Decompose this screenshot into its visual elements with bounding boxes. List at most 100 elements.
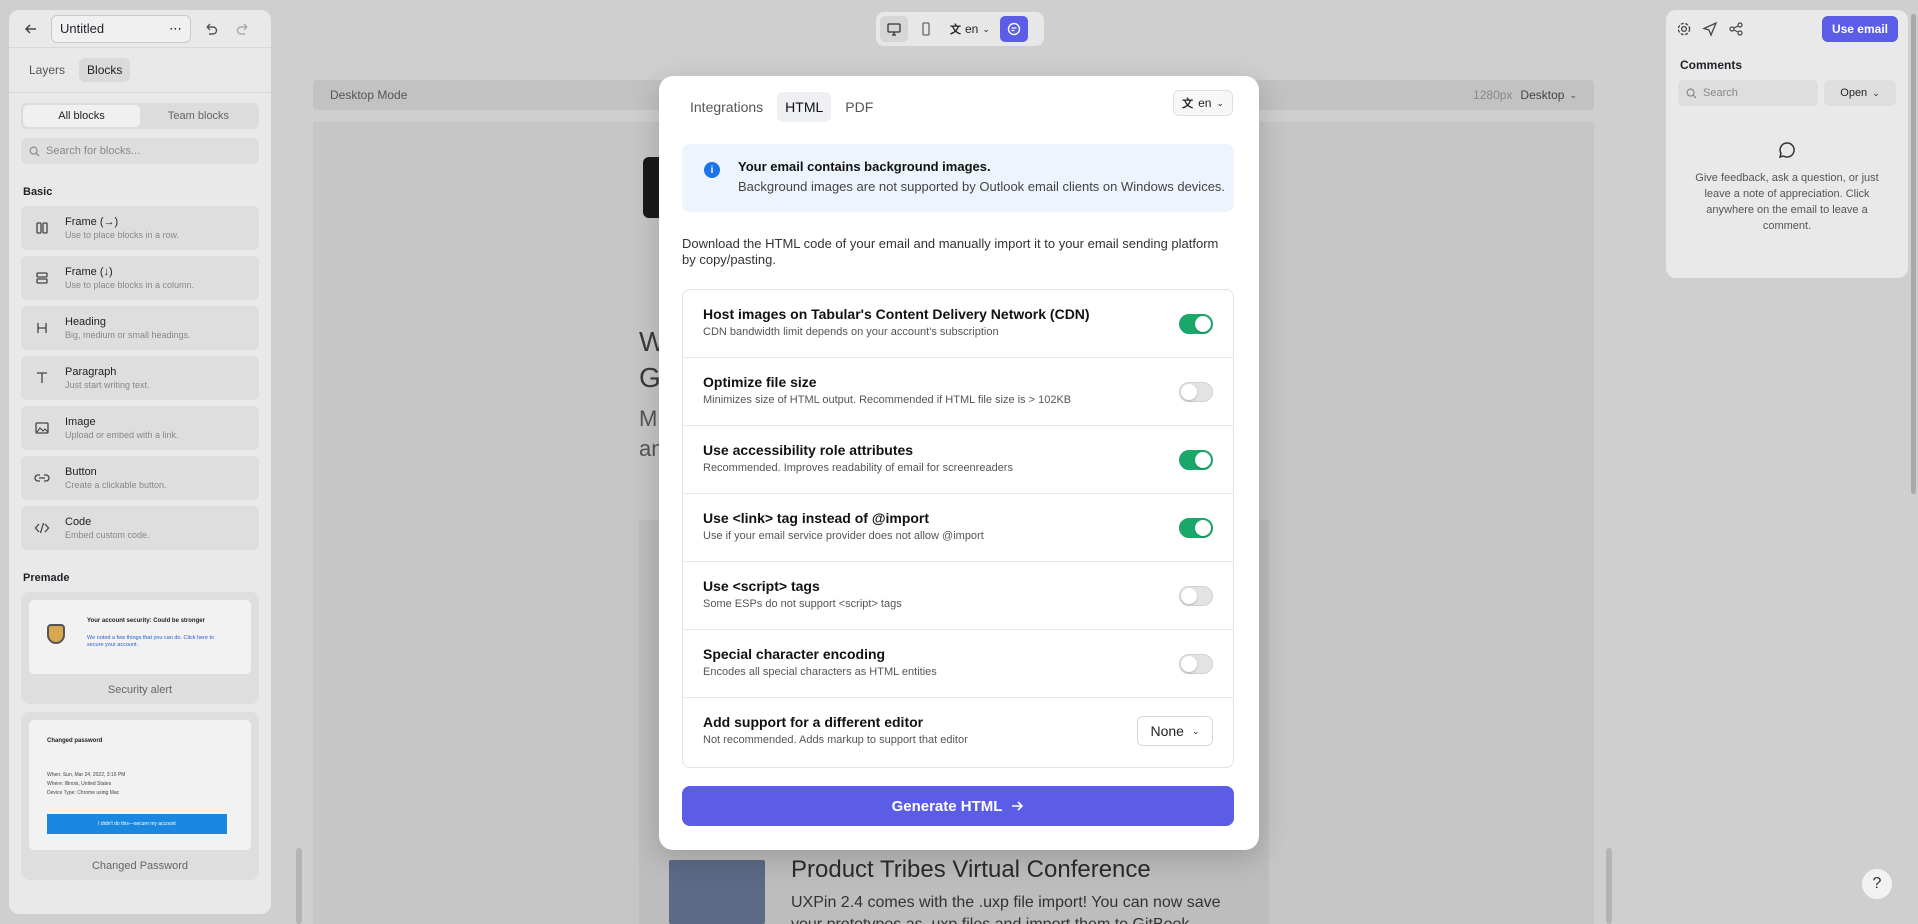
- shield-icon: [47, 624, 65, 644]
- accessibility-toggle[interactable]: [1179, 450, 1213, 470]
- premade-card-line: Where: Illinois, United States: [47, 781, 112, 787]
- comments-toggle-button[interactable]: [999, 16, 1028, 42]
- option-link-tag: Use <link> tag instead of @import Use if…: [683, 494, 1233, 562]
- language-select[interactable]: 文 en ⌄: [944, 16, 996, 42]
- comments-status-select[interactable]: Open ⌄: [1824, 80, 1896, 106]
- conference-image: [669, 860, 765, 924]
- status-value: Open: [1840, 87, 1868, 99]
- option-desc: Minimizes size of HTML output. Recommend…: [703, 394, 1072, 406]
- more-icon[interactable]: ⋯: [169, 21, 182, 37]
- all-blocks-option[interactable]: All blocks: [23, 105, 140, 127]
- heading-icon: [31, 317, 53, 339]
- block-paragraph[interactable]: Paragraph Just start writing text.: [21, 356, 259, 400]
- option-name: Optimize file size: [703, 374, 817, 390]
- block-desc: Big, medium or small headings.: [65, 330, 191, 340]
- rows-icon: [31, 267, 53, 289]
- option-char-encoding: Special character encoding Encodes all s…: [683, 630, 1233, 698]
- block-frame-row[interactable]: Frame (→) Use to place blocks in a row.: [21, 206, 259, 250]
- chevron-down-icon: ⌄: [1872, 87, 1880, 98]
- link-tag-toggle[interactable]: [1179, 518, 1213, 538]
- comments-title: Comments: [1680, 58, 1743, 72]
- export-html-modal: Integrations HTML PDF 文 en ⌄ i Your emai…: [659, 76, 1259, 850]
- option-desc: CDN bandwidth limit depends on your acco…: [703, 326, 999, 338]
- text-icon: [31, 367, 53, 389]
- link-icon: [31, 467, 53, 489]
- undo-icon[interactable]: [199, 17, 223, 41]
- optimize-size-toggle[interactable]: [1179, 382, 1213, 402]
- back-arrow-icon[interactable]: [19, 17, 43, 41]
- option-cdn: Host images on Tabular's Content Deliver…: [683, 290, 1233, 358]
- comments-empty-text: Give feedback, ask a question, or just l…: [1695, 172, 1879, 232]
- script-tags-toggle[interactable]: [1179, 586, 1213, 606]
- block-code[interactable]: Code Embed custom code.: [21, 506, 259, 550]
- block-desc: Use to place blocks in a column.: [65, 280, 195, 290]
- option-name: Special character encoding: [703, 646, 886, 662]
- cdn-toggle[interactable]: [1179, 314, 1213, 334]
- tab-blocks[interactable]: Blocks: [79, 58, 131, 82]
- background-images-warning: i Your email contains background images.…: [682, 144, 1234, 212]
- columns-icon: [31, 217, 53, 239]
- option-accessibility: Use accessibility role attributes Recomm…: [683, 426, 1233, 494]
- export-options-list: Host images on Tabular's Content Deliver…: [682, 289, 1234, 768]
- send-icon[interactable]: [1702, 21, 1718, 37]
- block-name: Code: [65, 516, 92, 528]
- premade-card-line: Device Type: Chrome using Mac: [47, 790, 120, 796]
- block-image[interactable]: Image Upload or embed with a link.: [21, 406, 259, 450]
- block-search-placeholder: Search for blocks...: [46, 145, 141, 157]
- option-name: Use <link> tag instead of @import: [703, 510, 930, 526]
- option-editor-support: Add support for a different editor Not r…: [683, 698, 1233, 766]
- page-scrollbar[interactable]: [1911, 14, 1916, 494]
- document-title: Untitled: [60, 21, 105, 36]
- canvas-scrollbar[interactable]: [1606, 848, 1612, 924]
- tab-html[interactable]: HTML: [777, 92, 832, 122]
- basic-section-title: Basic: [23, 186, 53, 198]
- help-button[interactable]: ?: [1861, 868, 1893, 900]
- gear-icon[interactable]: [1676, 21, 1692, 37]
- language-value: en: [965, 22, 979, 36]
- device-select[interactable]: Desktop ⌄: [1520, 88, 1577, 102]
- canvas-width: 1280px: [1473, 88, 1513, 102]
- editor-select[interactable]: None ⌄: [1137, 716, 1213, 746]
- desktop-view-button[interactable]: [880, 16, 908, 42]
- block-scope-toggle: All blocks Team blocks: [21, 103, 259, 129]
- char-encoding-toggle[interactable]: [1179, 654, 1213, 674]
- block-desc: Use to place blocks in a row.: [65, 230, 180, 240]
- tab-layers[interactable]: Layers: [21, 58, 73, 82]
- tab-integrations[interactable]: Integrations: [682, 92, 771, 122]
- document-title-field[interactable]: Untitled ⋯: [51, 14, 191, 43]
- chat-icon: [1007, 22, 1021, 36]
- premade-card-title: Your account security: Could be stronger: [87, 618, 205, 624]
- option-script-tags: Use <script> tags Some ESPs do not suppo…: [683, 562, 1233, 630]
- block-frame-column[interactable]: Frame (↓) Use to place blocks in a column…: [21, 256, 259, 300]
- search-icon: [1686, 88, 1697, 99]
- premade-security-alert[interactable]: Your account security: Could be stronger…: [21, 592, 259, 704]
- speech-bubble-icon: [1778, 142, 1795, 159]
- export-language-select[interactable]: 文 en ⌄: [1173, 90, 1233, 116]
- mode-label: Desktop Mode: [330, 88, 408, 102]
- warning-title: Your email contains background images.: [738, 159, 991, 174]
- generate-html-button[interactable]: Generate HTML: [682, 786, 1234, 826]
- block-name: Button: [65, 466, 97, 478]
- option-optimize-size: Optimize file size Minimizes size of HTM…: [683, 358, 1233, 426]
- premade-card-title: Changed password: [47, 738, 103, 744]
- premade-changed-password[interactable]: Changed password When: Sun, Mar 24, 2022…: [21, 712, 259, 880]
- block-desc: Just start writing text.: [65, 380, 150, 390]
- team-blocks-option[interactable]: Team blocks: [140, 105, 257, 127]
- block-button[interactable]: Button Create a clickable button.: [21, 456, 259, 500]
- option-name: Use <script> tags: [703, 578, 820, 594]
- block-heading[interactable]: Heading Big, medium or small headings.: [21, 306, 259, 350]
- option-desc: Some ESPs do not support <script> tags: [703, 598, 902, 610]
- question-icon: ?: [1872, 875, 1882, 892]
- use-email-button[interactable]: Use email: [1821, 16, 1898, 42]
- arrow-right-icon: [1012, 801, 1024, 811]
- block-name: Paragraph: [65, 366, 117, 378]
- mobile-view-button[interactable]: [912, 16, 940, 42]
- tab-pdf[interactable]: PDF: [837, 92, 881, 122]
- share-icon[interactable]: [1728, 21, 1744, 37]
- left-scrollbar[interactable]: [296, 848, 302, 924]
- block-search-input[interactable]: Search for blocks...: [21, 138, 259, 164]
- blocks-panel: Untitled ⋯ Layers Blocks All blocks Team…: [9, 10, 271, 914]
- redo-icon[interactable]: [231, 17, 255, 41]
- search-icon: [29, 146, 40, 157]
- comments-search-input[interactable]: Search: [1678, 80, 1818, 106]
